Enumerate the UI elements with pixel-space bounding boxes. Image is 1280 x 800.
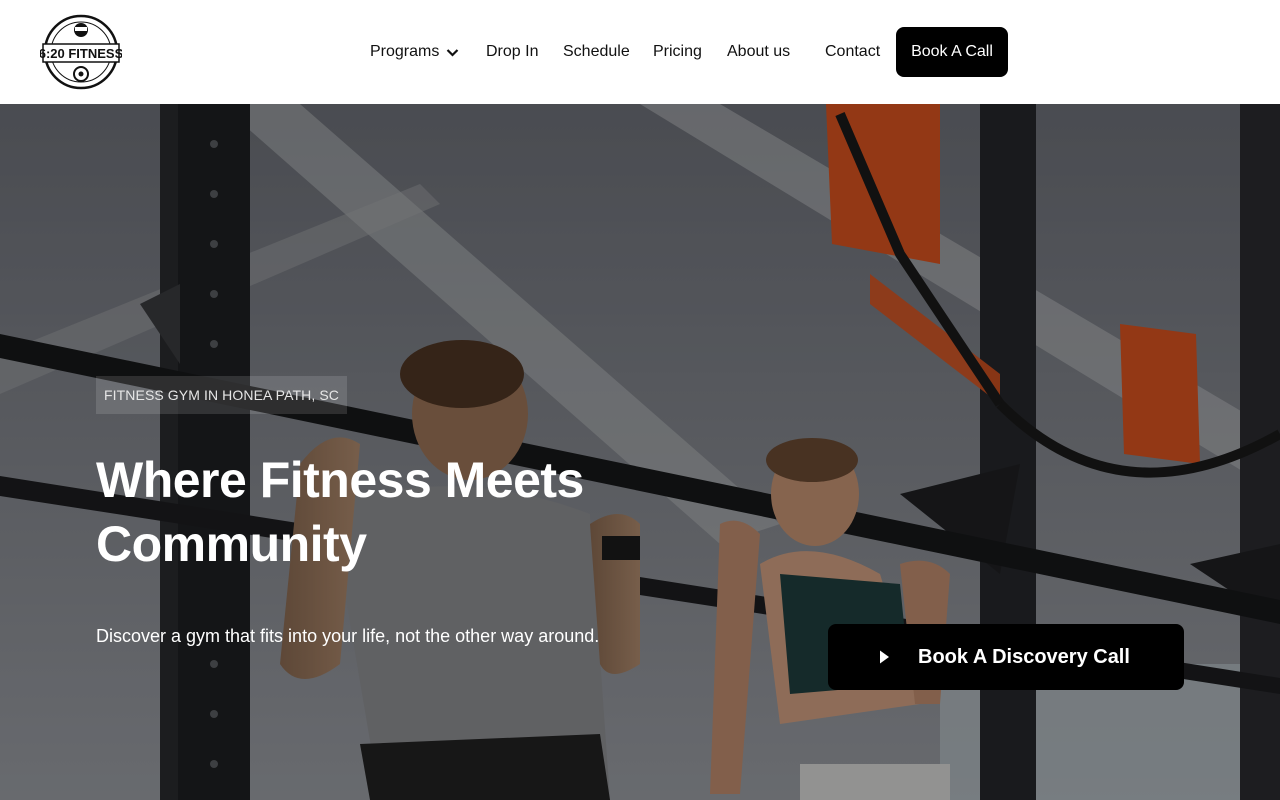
hero-section: FITNESS GYM IN HONEA PATH, SC Where Fitn… — [0, 104, 1280, 800]
play-icon — [880, 650, 889, 664]
hero-subline: Discover a gym that fits into your life,… — [96, 626, 600, 646]
site-header: 6:20 FITNESS Programs Drop In Schedule P… — [0, 0, 1280, 104]
brand-logo[interactable]: 6:20 FITNESS — [40, 14, 122, 90]
book-discovery-call-label: Book A Discovery Call — [918, 645, 1130, 668]
nav-item-programs[interactable]: Programs — [370, 43, 459, 61]
hero-headline-line2: Community — [96, 516, 367, 572]
chevron-down-icon — [447, 48, 459, 57]
nav-item-pricing[interactable]: Pricing — [653, 43, 702, 61]
nav-item-drop-in[interactable]: Drop In — [486, 43, 538, 61]
hero-headline-line1: Where Fitness Meets — [96, 452, 584, 508]
book-a-call-button[interactable]: Book A Call — [896, 27, 1008, 77]
nav-item-about-us[interactable]: About us — [727, 43, 790, 61]
nav-item-label: Programs — [370, 43, 440, 60]
logo-emblem-icon: 6:20 FITNESS — [40, 14, 122, 90]
nav-item-schedule[interactable]: Schedule — [563, 43, 630, 61]
book-discovery-call-button[interactable]: Book A Discovery Call — [828, 624, 1184, 690]
hero-headline: Where Fitness Meets Community — [96, 448, 736, 576]
hero-eyebrow-tag: FITNESS GYM IN HONEA PATH, SC — [96, 376, 347, 414]
svg-text:6:20 FITNESS: 6:20 FITNESS — [40, 46, 122, 61]
nav-item-contact[interactable]: Contact — [825, 43, 880, 61]
